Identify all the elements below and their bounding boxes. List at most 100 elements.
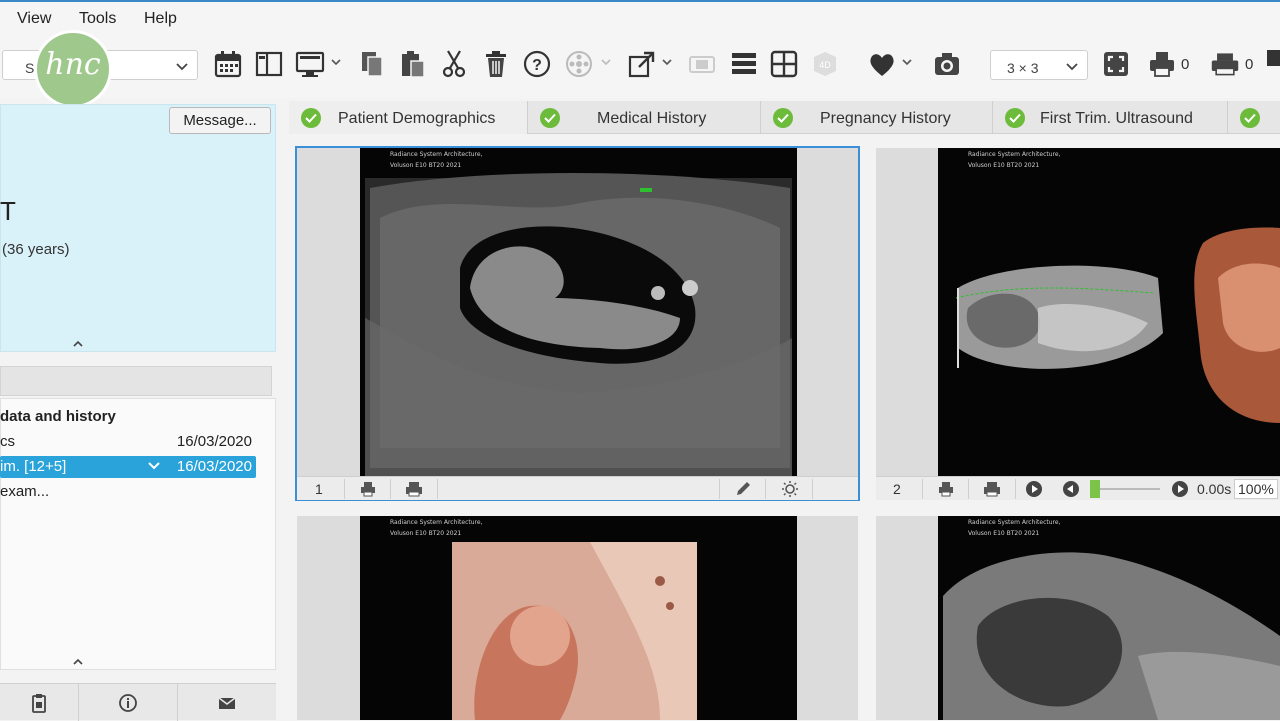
step-forward-icon[interactable]: [1171, 480, 1189, 498]
history-row-selected[interactable]: im. [12+5] 16/03/2020: [0, 456, 256, 478]
menu-tools[interactable]: Tools: [79, 10, 116, 28]
ultrasound-image-3[interactable]: Radiance System Architecture, Voluson E1…: [360, 516, 797, 720]
ultrasound-image-4[interactable]: Radiance System Architecture, Voluson E1…: [938, 516, 1280, 720]
monitor-icon[interactable]: [294, 48, 326, 80]
collapse-up-icon[interactable]: [73, 340, 83, 348]
exam-tabs: Patient Demographics Medical History Pre…: [289, 101, 1280, 134]
export-dropdown-icon[interactable]: [661, 56, 673, 68]
zoom-select[interactable]: 100%: [1234, 479, 1278, 499]
tab-label: Pregnancy History: [820, 110, 951, 127]
export-icon[interactable]: [626, 48, 658, 80]
image-subheader: Voluson E10 BT20 2021: [968, 530, 1040, 537]
image-header: Radiance System Architecture,: [390, 151, 483, 158]
film-reel-icon[interactable]: [563, 48, 595, 80]
svg-text:4D: 4D: [819, 60, 831, 70]
clipboard-button[interactable]: [0, 684, 79, 721]
delete-icon[interactable]: [480, 48, 512, 80]
tab-patient-demographics[interactable]: Patient Demographics: [289, 101, 528, 134]
history-row[interactable]: exam...: [0, 481, 256, 503]
playback-slider-handle[interactable]: [1090, 480, 1100, 498]
history-row[interactable]: cs 16/03/2020: [0, 431, 256, 453]
logo-text: hnc: [45, 47, 101, 82]
brightness-icon[interactable]: [781, 480, 799, 498]
pencil-icon[interactable]: [734, 480, 752, 498]
separator: [922, 479, 923, 499]
tab-first-trim-ultrasound[interactable]: First Trim. Ultrasound: [993, 101, 1228, 134]
check-icon: [301, 108, 321, 128]
heart-dropdown-icon[interactable]: [901, 56, 913, 68]
tab-label: Medical History: [597, 110, 707, 127]
history-title: data and history: [0, 408, 116, 425]
heart-icon[interactable]: [866, 48, 898, 80]
image-header: Radiance System Architecture,: [390, 519, 483, 526]
image-header: Radiance System Architecture,: [968, 519, 1061, 526]
fullscreen-icon[interactable]: [1100, 48, 1132, 80]
split-view-icon[interactable]: [253, 48, 285, 80]
svg-text:?: ?: [532, 57, 542, 74]
paste-icon[interactable]: [397, 48, 429, 80]
menu-help[interactable]: Help: [144, 10, 177, 28]
separator: [719, 479, 720, 499]
menu-bar: View Tools Help: [0, 0, 1280, 34]
playback-track[interactable]: [1090, 488, 1160, 490]
ultrasound-image-1[interactable]: Radiance System Architecture, Voluson E1…: [360, 148, 797, 476]
playback-time: 0.00s: [1197, 481, 1232, 497]
print-icon[interactable]: [359, 480, 377, 498]
separator: [812, 479, 813, 499]
step-back-icon[interactable]: [1062, 480, 1080, 498]
left-bottom-bar: [0, 683, 276, 721]
image-number: 2: [893, 481, 901, 497]
copy-icon[interactable]: [356, 48, 388, 80]
separator: [968, 479, 969, 499]
film-dropdown-icon[interactable]: [600, 56, 612, 68]
collapse-up-icon[interactable]: [73, 658, 83, 666]
large-print-icon[interactable]: [405, 480, 423, 498]
4d-icon[interactable]: 4D: [809, 48, 841, 80]
separator: [344, 479, 345, 499]
patient-card: [0, 104, 276, 352]
chevron-down-icon[interactable]: [148, 461, 160, 471]
printer-icon[interactable]: [1146, 48, 1178, 80]
camera-icon[interactable]: [931, 48, 963, 80]
large-printer-icon[interactable]: [1207, 48, 1243, 80]
separator: [437, 479, 438, 499]
tab-medical-history[interactable]: Medical History: [528, 101, 761, 134]
print-icon[interactable]: [937, 480, 955, 498]
video-icon[interactable]: [686, 48, 718, 80]
chevron-down-icon: [176, 63, 188, 71]
menu-view[interactable]: View: [17, 10, 51, 28]
image-subheader: Voluson E10 BT20 2021: [390, 162, 462, 169]
image-header: Radiance System Architecture,: [968, 151, 1061, 158]
history-row-label: exam...: [0, 483, 50, 500]
separator: [765, 479, 766, 499]
print-count-1: 0: [1181, 56, 1190, 73]
patient-name: T: [0, 196, 16, 226]
help-icon[interactable]: ?: [521, 48, 553, 80]
info-icon: [119, 693, 137, 712]
message-button[interactable]: Message...: [169, 107, 271, 134]
mail-icon: [218, 696, 236, 709]
tab-pregnancy-history[interactable]: Pregnancy History: [761, 101, 993, 134]
ultrasound-image-2[interactable]: Radiance System Architecture, Voluson E1…: [938, 148, 1280, 476]
layout-select[interactable]: 3 × 3: [990, 50, 1088, 80]
tab-label: First Trim. Ultrasound: [1040, 110, 1193, 127]
image-number: 1: [315, 481, 323, 497]
history-row-date: 16/03/2020: [176, 458, 252, 475]
separator: [390, 479, 391, 499]
large-print-icon[interactable]: [983, 480, 1001, 498]
cut-icon[interactable]: [438, 48, 470, 80]
image-subheader: Voluson E10 BT20 2021: [390, 530, 462, 537]
mail-button[interactable]: [178, 684, 276, 721]
list-view-icon[interactable]: [728, 48, 760, 80]
calendar-icon[interactable]: [212, 48, 244, 80]
chevron-down-icon: [1066, 63, 1078, 71]
play-icon[interactable]: [1025, 480, 1043, 498]
overflow-icon[interactable]: [1267, 50, 1280, 66]
info-button[interactable]: [79, 684, 178, 721]
check-icon: [1240, 108, 1260, 128]
monitor-dropdown-icon[interactable]: [330, 56, 342, 68]
grid-view-icon[interactable]: [768, 48, 800, 80]
layout-select-value: 3 × 3: [1007, 60, 1039, 76]
section-header: [0, 366, 272, 396]
tab-next[interactable]: [1228, 101, 1280, 134]
